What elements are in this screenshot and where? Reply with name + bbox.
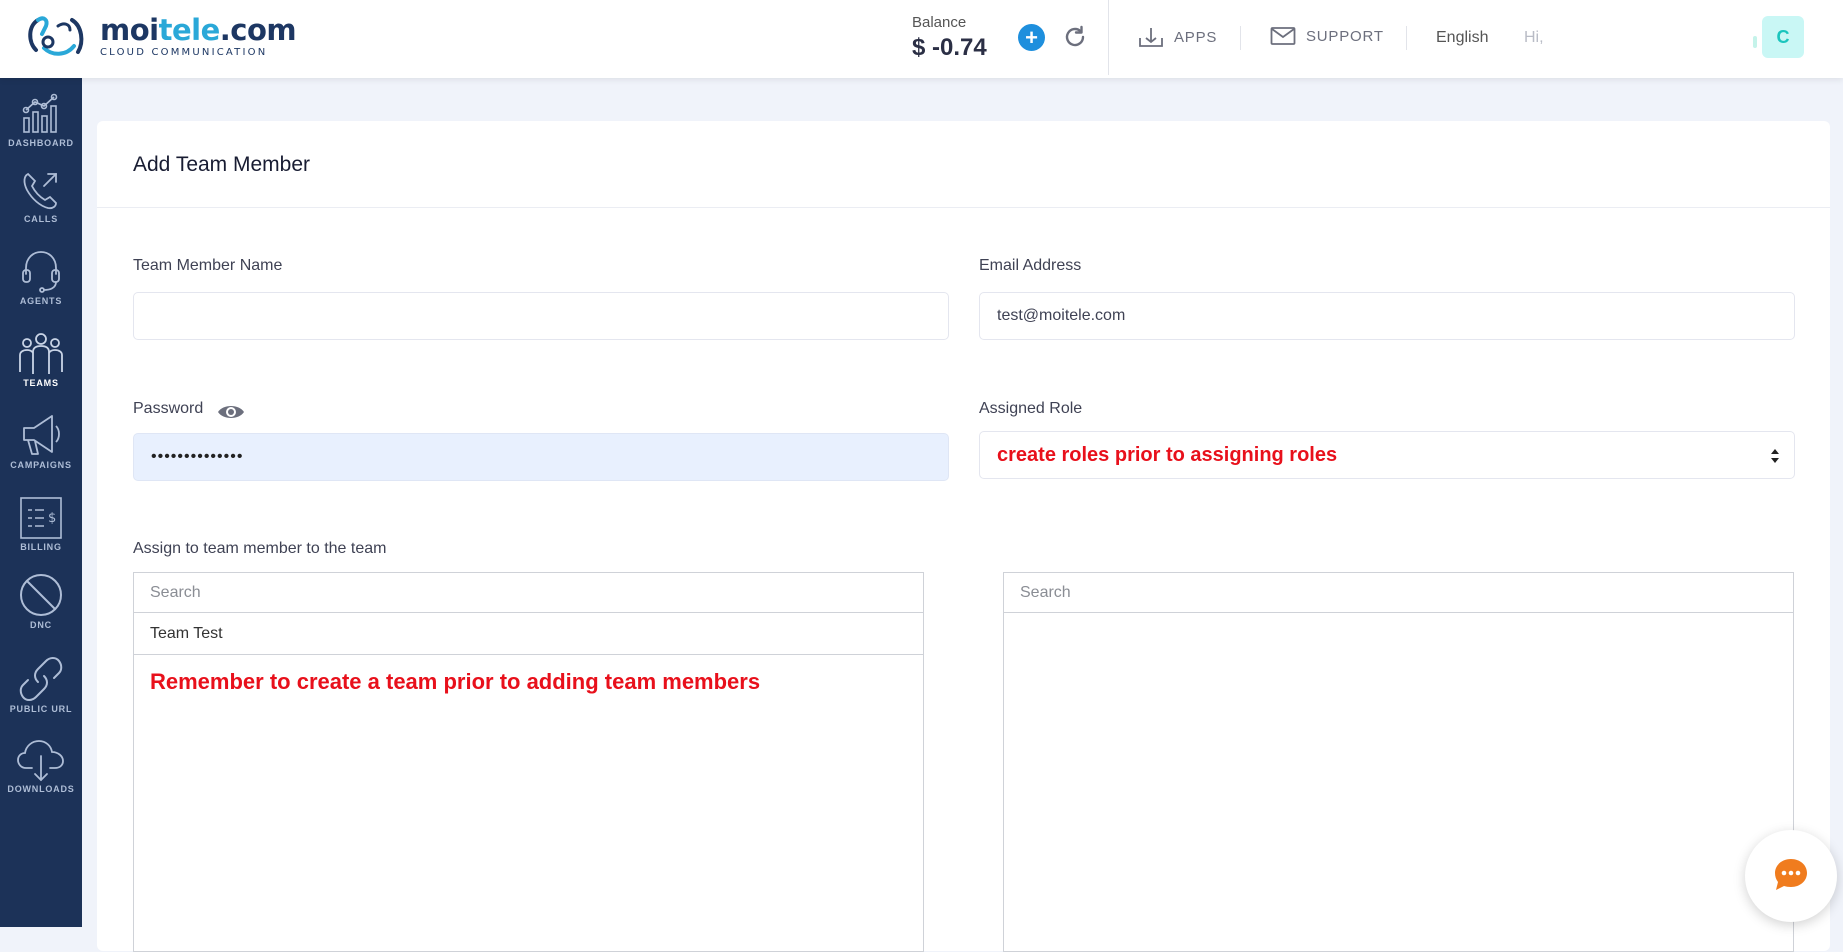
support-link[interactable]: SUPPORT [1270, 26, 1384, 46]
email-field[interactable]: test@moitele.com [979, 292, 1795, 340]
sidebar-item-downloads[interactable]: DOWNLOADS [0, 736, 82, 794]
download-tray-icon [1139, 28, 1163, 47]
password-field[interactable]: •••••••••••••• [133, 433, 949, 481]
chat-widget-button[interactable] [1745, 830, 1837, 922]
add-balance-button[interactable]: + [1018, 24, 1045, 51]
language-selector[interactable]: English [1436, 29, 1488, 47]
cloud-download-icon [17, 740, 64, 782]
plus-icon: + [1025, 25, 1038, 50]
header-divider [1240, 26, 1241, 50]
page-title: Add Team Member [133, 153, 311, 176]
assign-team-label: Assign to team member to the team [133, 540, 387, 557]
list-item[interactable]: Team Test [134, 613, 923, 655]
selected-teams-search-input[interactable]: Search [1004, 573, 1793, 613]
balance-widget: Balance $ -0.74 [912, 14, 987, 62]
sidebar-item-dashboard[interactable]: DASHBOARD [0, 92, 82, 148]
sidebar-item-label: DNC [30, 620, 52, 630]
password-label: Password [133, 400, 204, 417]
assigned-role-label: Assigned Role [979, 400, 1083, 417]
password-value: •••••••••••••• [151, 448, 244, 465]
sidebar: DASHBOARD CALLS AGENTS TEAMS CAMPAIGNS $… [0, 78, 82, 927]
card-divider [97, 207, 1830, 208]
header-divider [1406, 26, 1407, 50]
sidebar-item-teams[interactable]: TEAMS [0, 330, 82, 388]
sidebar-item-label: PUBLIC URL [9, 704, 73, 714]
refresh-balance-button[interactable] [1062, 24, 1088, 50]
megaphone-icon [23, 415, 60, 455]
sidebar-item-agents[interactable]: AGENTS [0, 248, 82, 306]
sort-arrows-icon [1771, 449, 1779, 463]
available-teams-search-input[interactable]: Search [134, 573, 923, 613]
header-divider [1108, 0, 1109, 75]
sidebar-item-campaigns[interactable]: CAMPAIGNS [0, 412, 82, 470]
sidebar-item-public-url[interactable]: PUBLIC URL [0, 656, 82, 714]
balance-label: Balance [912, 14, 967, 31]
user-greeting: Hi, [1524, 29, 1544, 46]
svg-text:$: $ [48, 511, 56, 526]
selected-teams-list: Search [1003, 572, 1794, 952]
logo-name: moitele.com [100, 13, 297, 47]
assigned-role-value: create roles prior to assigning roles [997, 443, 1338, 466]
sidebar-item-dnc[interactable]: DNC [0, 572, 82, 630]
add-team-member-card: Add Team Member Team Member Name Email A… [97, 121, 1830, 952]
no-entry-icon [20, 574, 62, 616]
sidebar-item-calls[interactable]: CALLS [0, 168, 82, 224]
available-teams-list: Search Team Test Remember to create a te… [133, 572, 924, 952]
show-password-button[interactable] [216, 401, 246, 428]
team-prerequisite-note: Remember to create a team prior to addin… [150, 669, 761, 694]
link-chain-icon [19, 657, 63, 701]
chat-bubble-icon [1775, 859, 1807, 890]
eye-icon [218, 406, 244, 418]
logo-mark-icon [28, 16, 84, 56]
sidebar-item-label: DASHBOARD [8, 138, 74, 148]
sidebar-item-billing[interactable]: $ BILLING [0, 496, 82, 552]
name-label: Team Member Name [133, 257, 283, 274]
invoice-icon: $ [20, 497, 62, 539]
support-label: SUPPORT [1306, 27, 1384, 45]
apps-link[interactable]: APPS [1138, 26, 1217, 48]
sidebar-item-label: CAMPAIGNS [10, 460, 72, 470]
sidebar-item-label: TEAMS [23, 378, 59, 388]
phone-icon [23, 172, 57, 210]
sidebar-item-label: BILLING [20, 542, 62, 552]
refresh-icon [1065, 25, 1085, 47]
headset-icon [22, 251, 60, 293]
mail-icon [1270, 27, 1296, 45]
user-avatar[interactable]: C [1762, 16, 1804, 58]
sidebar-item-label: AGENTS [19, 296, 63, 306]
team-people-icon [19, 333, 63, 374]
dashboard-chart-icon [22, 93, 58, 133]
email-label: Email Address [979, 257, 1082, 274]
logo-tagline: CLOUD COMMUNICATION [100, 47, 268, 58]
team-member-name-field[interactable] [133, 292, 949, 340]
assigned-role-select[interactable]: create roles prior to assigning roles [979, 431, 1795, 479]
brand-logo[interactable]: moitele.com CLOUD COMMUNICATION [24, 12, 297, 62]
apps-label: APPS [1174, 28, 1218, 46]
balance-value: $ -0.74 [912, 34, 987, 61]
status-indicator [1753, 36, 1757, 48]
sidebar-item-label: CALLS [24, 214, 58, 224]
top-header: moitele.com CLOUD COMMUNICATION Balance … [0, 0, 1843, 78]
sidebar-item-label: DOWNLOADS [7, 784, 75, 794]
